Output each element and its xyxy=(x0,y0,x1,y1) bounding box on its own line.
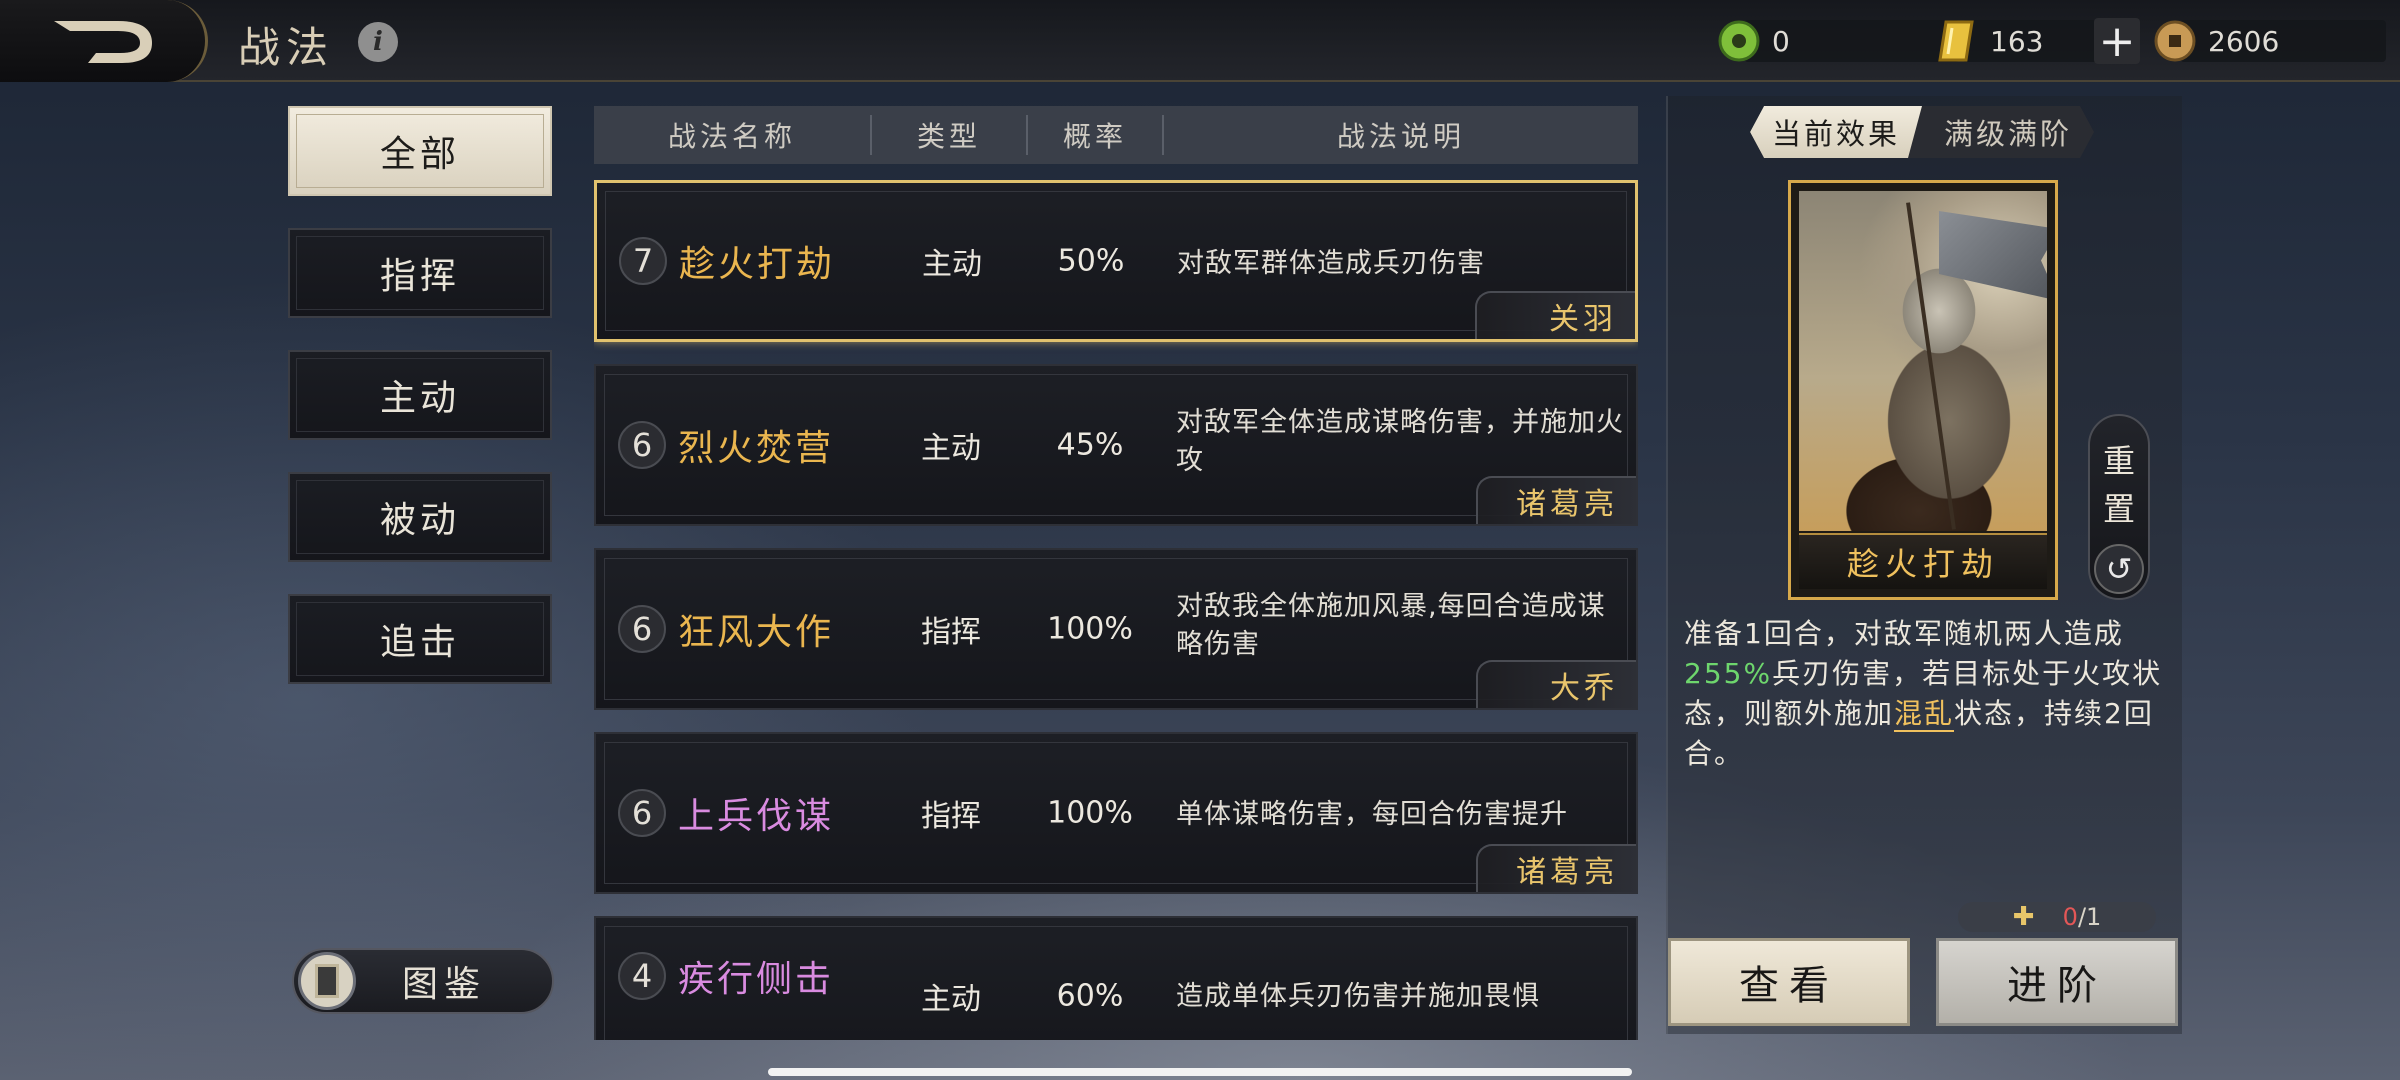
copper-value: 2606 xyxy=(2208,24,2280,58)
jade-value: 0 xyxy=(1772,24,1790,58)
tab-current-effect[interactable]: 当前效果 xyxy=(1750,106,1922,158)
status-link[interactable]: 混乱 xyxy=(1894,697,1955,732)
book-icon xyxy=(298,952,356,1010)
owner-tag: 关羽 xyxy=(1475,291,1635,339)
home-indicator[interactable] xyxy=(768,1068,1632,1076)
effect-description: 准备1回合，对敌军随机两人造成255%兵刃伤害，若目标处于火攻状态，则额外施加混… xyxy=(1684,614,2164,774)
tactic-desc: 造成单体兵刃伤害并施加畏惧 xyxy=(1176,981,1540,1012)
col-rate: 概率 xyxy=(1062,120,1127,153)
effect-percent: 255% xyxy=(1684,657,1773,690)
tactic-list[interactable]: 7 趁火打劫 主动 50% 对敌军群体造成兵刃伤害 关羽 6 烈火焚营 主动 4… xyxy=(594,180,1638,1040)
tactic-rate: 100% xyxy=(1047,795,1133,831)
tactic-desc: 对敌军全体造成谋略伤害，并施加火攻 xyxy=(1176,407,1624,476)
level-badge: 6 xyxy=(618,605,666,653)
col-name: 战法名称 xyxy=(667,120,796,153)
page-title: 战法 xyxy=(238,23,335,72)
effect-toggle[interactable]: 当前效果 满级满阶 xyxy=(1750,106,2094,158)
effect-text: 准备1回合，对敌军随机两人造成 xyxy=(1684,617,2124,650)
tactic-type: 主动 xyxy=(922,247,982,282)
tactic-rate: 100% xyxy=(1047,611,1133,647)
table-row[interactable]: 6 烈火焚营 主动 45% 对敌军全体造成谋略伤害，并施加火攻 诸葛亮 xyxy=(594,364,1638,526)
tactic-type: 指挥 xyxy=(921,799,981,834)
gold-value: 163 xyxy=(1990,24,2044,58)
level-badge: 6 xyxy=(618,421,666,469)
tactic-name: 疾行侧击 xyxy=(678,959,835,1000)
resource-gold: 163 xyxy=(1932,18,2112,64)
resource-jade: 0 xyxy=(1714,18,1960,64)
resource-copper: 2606 xyxy=(2150,18,2386,64)
fragment-counter: ✚ 0/1 xyxy=(1958,902,2156,932)
owner-tag: 诸葛亮 xyxy=(1476,476,1636,524)
tactic-card: 趁火打劫 xyxy=(1788,180,2058,600)
table-row[interactable]: 4 疾行侧击 主动 60% 造成单体兵刃伤害并施加畏惧 xyxy=(594,916,1638,1040)
filter-passive[interactable]: 被动 xyxy=(288,472,552,562)
tactic-name: 上兵伐谋 xyxy=(678,796,835,837)
card-name: 趁火打劫 xyxy=(1799,533,2047,589)
reset-button[interactable]: 重 置 ↺ xyxy=(2088,414,2150,600)
col-type: 类型 xyxy=(916,120,981,153)
info-icon[interactable]: i xyxy=(358,22,398,62)
tab-max-level[interactable]: 满级满阶 xyxy=(1922,106,2094,158)
add-gold-button[interactable]: + xyxy=(2094,16,2140,67)
reset-label-1: 重 xyxy=(2102,442,2135,480)
owner-tag: 大乔 xyxy=(1476,660,1636,708)
table-row[interactable]: 6 狂风大作 指挥 100% 对敌我全体施加风暴,每回合造成谋略伤害 大乔 xyxy=(594,548,1638,710)
table-row[interactable]: 6 上兵伐谋 指挥 100% 单体谋略伤害，每回合伤害提升 诸葛亮 xyxy=(594,732,1638,894)
copper-coin-icon xyxy=(2154,20,2196,62)
advance-button[interactable]: 进阶 xyxy=(1936,938,2178,1026)
tactic-rate: 50% xyxy=(1057,243,1125,279)
tactic-rate: 60% xyxy=(1056,978,1124,1014)
filter-all[interactable]: 全部 xyxy=(288,106,552,196)
tactic-name: 狂风大作 xyxy=(678,612,835,653)
view-button[interactable]: 查看 xyxy=(1668,938,1910,1026)
filter-pursuit[interactable]: 追击 xyxy=(288,594,552,684)
tactic-desc: 对敌我全体施加风暴,每回合造成谋略伤害 xyxy=(1176,591,1606,660)
tactic-type: 主动 xyxy=(921,982,981,1017)
owner-tag: 诸葛亮 xyxy=(1476,844,1636,892)
atlas-button[interactable]: 图鉴 xyxy=(292,948,554,1014)
filter-active[interactable]: 主动 xyxy=(288,350,552,440)
tactic-type: 主动 xyxy=(921,431,981,466)
table-header: 战法名称 类型 概率 战法说明 xyxy=(594,106,1638,164)
table-row[interactable]: 7 趁火打劫 主动 50% 对敌军群体造成兵刃伤害 关羽 xyxy=(594,180,1638,342)
card-portrait xyxy=(1799,191,2047,531)
tactic-desc: 单体谋略伤害，每回合伤害提升 xyxy=(1176,799,1568,830)
atlas-label: 图鉴 xyxy=(402,964,487,1005)
tactic-type: 指挥 xyxy=(921,615,981,650)
tactic-rate: 45% xyxy=(1056,427,1124,463)
jade-icon xyxy=(1718,20,1760,62)
level-badge: 4 xyxy=(618,952,666,1000)
fragment-total: /1 xyxy=(2077,903,2102,931)
fragment-current: 0 xyxy=(2062,903,2078,931)
back-button[interactable] xyxy=(0,0,208,82)
filter-command[interactable]: 指挥 xyxy=(288,228,552,318)
col-desc: 战法说明 xyxy=(1336,120,1465,153)
level-badge: 6 xyxy=(618,789,666,837)
reset-arrow-icon: ↺ xyxy=(2094,544,2144,594)
reset-label-2: 置 xyxy=(2102,490,2135,528)
gold-ingot-icon xyxy=(1938,20,1974,62)
puzzle-piece-icon: ✚ xyxy=(2012,902,2035,932)
tactic-desc: 对敌军群体造成兵刃伤害 xyxy=(1177,248,1485,279)
level-badge: 7 xyxy=(619,237,667,285)
tactic-name: 趁火打劫 xyxy=(679,244,836,285)
top-bar: 战法 i 0 163 + 2606 xyxy=(0,0,2400,82)
back-arrow-icon xyxy=(53,21,152,63)
tactic-name: 烈火焚营 xyxy=(678,428,835,469)
